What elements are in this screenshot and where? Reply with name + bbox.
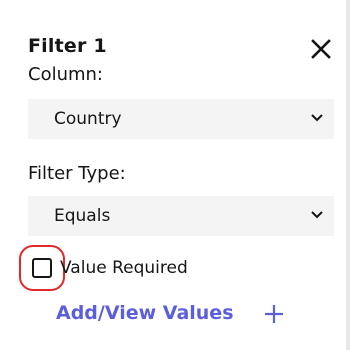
- column-select[interactable]: Country: [28, 99, 334, 139]
- filter-type-select-value: Equals: [54, 206, 111, 226]
- filter-title: Filter 1: [28, 35, 107, 57]
- filter-type-label: Filter Type:: [28, 163, 126, 184]
- value-required-label: Value Required: [60, 258, 188, 278]
- chevron-down-icon: [310, 210, 324, 220]
- panel-divider: [346, 0, 350, 350]
- close-button[interactable]: [308, 36, 334, 62]
- plus-icon[interactable]: [263, 303, 285, 325]
- value-required-checkbox[interactable]: [32, 258, 52, 278]
- column-label: Column:: [28, 64, 103, 85]
- filter-type-select[interactable]: Equals: [28, 196, 334, 236]
- close-icon: [308, 36, 334, 62]
- filter-panel: Filter 1 Column: Country Filter Type: Eq…: [0, 0, 350, 350]
- add-view-values-link[interactable]: Add/View Values: [56, 300, 234, 326]
- column-select-value: Country: [54, 109, 122, 129]
- chevron-down-icon: [310, 113, 324, 123]
